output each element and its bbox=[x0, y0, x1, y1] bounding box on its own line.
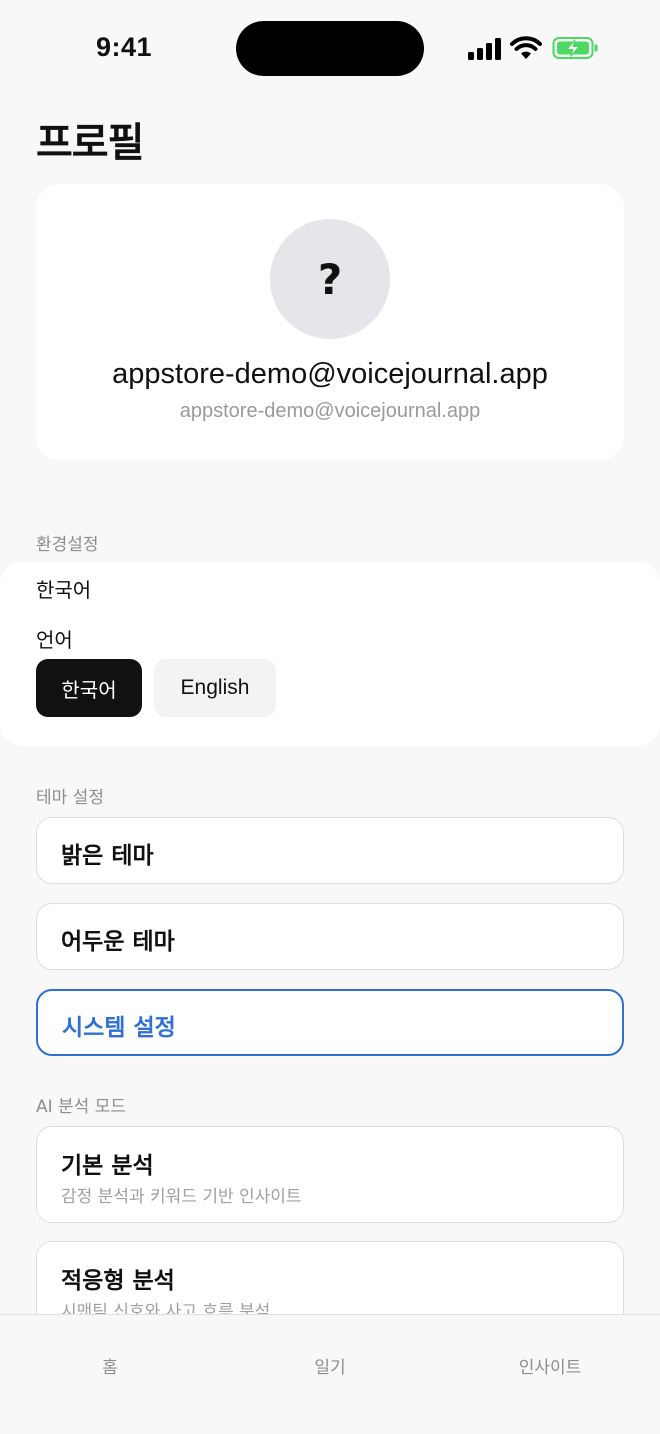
tab-insights[interactable]: 인사이트 bbox=[480, 1353, 620, 1378]
theme-option-label: 시스템 설정 bbox=[62, 1015, 176, 1041]
language-label: 언어 bbox=[36, 628, 73, 652]
ai-mode-option-basic[interactable]: 기본 분석 감정 분석과 키워드 기반 인사이트 bbox=[36, 1126, 624, 1223]
cellular-signal-icon bbox=[468, 38, 502, 60]
current-language-value: 한국어 bbox=[36, 578, 92, 602]
theme-option-label: 밝은 테마 bbox=[61, 843, 154, 869]
theme-option-dark[interactable]: 어두운 테마 bbox=[36, 903, 624, 970]
theme-option-system[interactable]: 시스템 설정 bbox=[36, 989, 624, 1056]
ai-mode-title: 적응형 분석 bbox=[61, 1268, 175, 1294]
preferences-section-label: 환경설정 bbox=[36, 535, 99, 555]
tab-journal[interactable]: 일기 bbox=[260, 1353, 400, 1378]
ai-mode-title: 기본 분석 bbox=[61, 1153, 154, 1179]
theme-option-label: 어두운 테마 bbox=[61, 929, 175, 955]
profile-email: appstore-demo@voicejournal.app bbox=[179, 400, 481, 422]
profile-card: ? appstore-demo@voicejournal.app appstor… bbox=[36, 184, 624, 460]
status-bar: 9:41 bbox=[0, 0, 660, 96]
ai-mode-description: 감정 분석과 키워드 기반 인사이트 bbox=[61, 1187, 302, 1207]
wifi-icon bbox=[510, 36, 542, 59]
language-korean-button[interactable]: 한국어 bbox=[36, 659, 142, 717]
tab-bar: 홈 일기 인사이트 bbox=[0, 1314, 660, 1434]
language-panel: 한국어 언어 한국어 English bbox=[0, 562, 660, 746]
language-english-button[interactable]: English bbox=[154, 659, 276, 717]
theme-section-label: 테마 설정 bbox=[36, 788, 104, 808]
battery-charging-icon bbox=[552, 37, 598, 59]
dynamic-island bbox=[236, 21, 424, 76]
avatar[interactable]: ? bbox=[270, 219, 390, 339]
ai-mode-section-label: AI 분석 모드 bbox=[36, 1097, 127, 1117]
tab-home[interactable]: 홈 bbox=[40, 1353, 180, 1378]
page-title: 프로필 bbox=[36, 120, 144, 166]
status-time: 9:41 bbox=[96, 32, 153, 62]
theme-option-light[interactable]: 밝은 테마 bbox=[36, 817, 624, 884]
profile-display-name: appstore-demo@voicejournal.app bbox=[112, 358, 548, 390]
